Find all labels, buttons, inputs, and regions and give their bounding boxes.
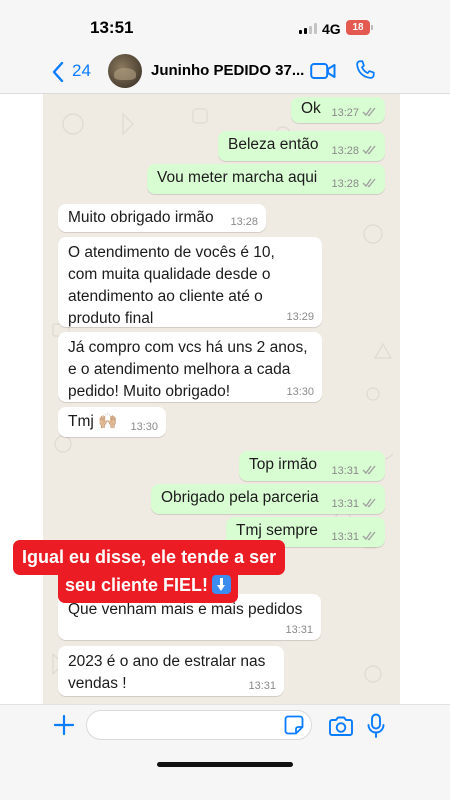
network-type: 4G <box>322 21 341 37</box>
message-meta: 13:27 <box>331 106 377 120</box>
message-time: 13:31 <box>285 624 313 636</box>
chat-area[interactable]: Ok 13:27 Beleza então 13:28 Vou meter ma… <box>43 94 400 704</box>
double-check-icon <box>362 498 376 508</box>
message-time: 13:31 <box>248 680 276 692</box>
status-bar: 13:51 4G 18 <box>0 0 450 50</box>
message-time: 13:28 <box>331 145 359 157</box>
microphone-icon[interactable] <box>366 713 386 739</box>
down-arrow-icon <box>212 575 232 594</box>
message-input-bar <box>0 704 450 746</box>
back-button[interactable]: 24 <box>52 60 96 84</box>
message-bubble-outgoing[interactable]: Obrigado pela parceria 13:31 <box>151 484 385 514</box>
status-time: 13:51 <box>90 18 134 37</box>
message-meta: 13:31 <box>331 464 377 478</box>
message-time: 13:30 <box>286 386 314 398</box>
overlay-text: Igual eu disse, ele tende a ser <box>22 547 277 567</box>
message-time: 13:28 <box>230 216 258 228</box>
message-bubble-outgoing[interactable]: Top irmão 13:31 <box>239 451 385 481</box>
home-area <box>0 746 450 800</box>
double-check-icon <box>362 531 376 541</box>
message-time: 13:28 <box>331 178 359 190</box>
plus-icon[interactable] <box>52 713 76 737</box>
message-meta: 13:31 <box>331 530 377 544</box>
overlay-text: seu cliente FIEL! <box>65 575 209 595</box>
signal-icon <box>299 23 317 34</box>
avatar[interactable] <box>108 54 142 88</box>
message-bubble-incoming[interactable]: Muito obrigado irmão 13:28 <box>58 204 266 232</box>
message-bubble-incoming[interactable]: Tmj 🙌🏼 13:30 <box>58 407 166 437</box>
message-time: 13:27 <box>331 107 359 119</box>
message-text: Já compro com vcs há uns 2 anos, e o ate… <box>68 339 308 400</box>
message-input[interactable] <box>86 710 312 740</box>
contact-name[interactable]: Juninho PEDIDO 37... <box>151 62 304 79</box>
message-bubble-incoming[interactable]: O atendimento de vocês é 10, com muita q… <box>58 237 322 327</box>
message-meta: 13:28 <box>331 144 377 158</box>
message-meta: 13:31 <box>331 497 377 511</box>
message-bubble-outgoing[interactable]: Ok 13:27 <box>291 97 385 123</box>
message-bubble-incoming[interactable]: Já compro com vcs há uns 2 anos, e o ate… <box>58 332 322 402</box>
message-time: 13:30 <box>130 421 158 433</box>
message-text: 2023 é o ano de estralar nas vendas ! <box>68 653 266 692</box>
double-check-icon <box>362 107 376 117</box>
message-time: 13:31 <box>331 498 359 510</box>
home-indicator[interactable] <box>157 762 293 767</box>
video-call-icon[interactable] <box>310 60 336 82</box>
camera-icon[interactable] <box>328 715 354 737</box>
message-bubble-outgoing[interactable]: Vou meter marcha aqui 13:28 <box>147 164 385 194</box>
message-bubble-incoming[interactable]: 2023 é o ano de estralar nas vendas ! 13… <box>58 646 284 696</box>
chat-header: 24 Juninho PEDIDO 37... <box>0 50 450 94</box>
message-meta: 13:28 <box>331 177 377 191</box>
double-check-icon <box>362 178 376 188</box>
chevron-left-icon <box>52 62 64 82</box>
message-time: 13:31 <box>331 465 359 477</box>
message-time: 13:29 <box>286 311 314 323</box>
battery-icon: 18 <box>346 20 373 35</box>
message-text: O atendimento de vocês é 10, com muita q… <box>68 244 275 327</box>
unread-count: 24 <box>72 61 91 80</box>
message-time: 13:31 <box>331 531 359 543</box>
double-check-icon <box>362 145 376 155</box>
message-bubble-outgoing[interactable]: Beleza então 13:28 <box>218 131 385 161</box>
overlay-caption-line2: seu cliente FIEL! <box>58 568 239 603</box>
sticker-icon[interactable] <box>284 715 304 735</box>
phone-icon[interactable] <box>354 59 376 81</box>
double-check-icon <box>362 465 376 475</box>
